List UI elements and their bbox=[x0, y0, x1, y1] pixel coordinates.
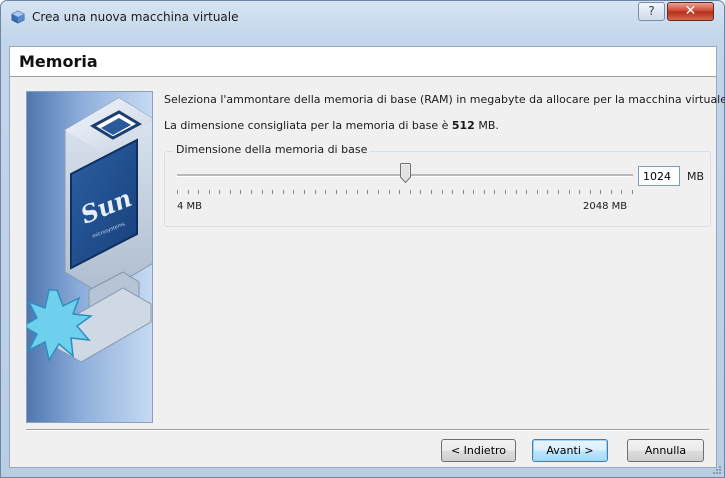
slider-tick bbox=[526, 190, 527, 194]
memory-slider-thumb[interactable] bbox=[400, 163, 411, 183]
memory-size-input[interactable] bbox=[638, 166, 680, 186]
slider-tick bbox=[304, 190, 305, 194]
slider-tick bbox=[420, 190, 421, 194]
memory-groupbox: Dimensione della memoria di base 4 MB 20… bbox=[164, 143, 711, 227]
slider-tick bbox=[251, 190, 252, 194]
slider-tick bbox=[346, 190, 347, 194]
slider-tick bbox=[547, 190, 548, 194]
slider-tick bbox=[463, 190, 464, 194]
slider-tick bbox=[177, 190, 178, 194]
page-title: Memoria bbox=[19, 52, 98, 71]
memory-min-label: 4 MB bbox=[177, 201, 203, 212]
slider-tick bbox=[378, 190, 379, 194]
slider-tick bbox=[293, 190, 294, 194]
slider-tick bbox=[505, 190, 506, 194]
wizard-content: Memoria Sun microsystems Seleziona l'amm… bbox=[9, 46, 725, 468]
cancel-button[interactable]: Annulla bbox=[627, 439, 704, 462]
slider-tick bbox=[272, 190, 273, 194]
slider-tick bbox=[600, 190, 601, 194]
slider-tick bbox=[367, 190, 368, 194]
slider-tick bbox=[632, 190, 633, 194]
memory-max-label: 2048 MB bbox=[583, 201, 628, 212]
slider-tick bbox=[537, 190, 538, 194]
slider-tick bbox=[621, 190, 622, 194]
slider-tick bbox=[484, 190, 485, 194]
slider-tick bbox=[336, 190, 337, 194]
slider-tick bbox=[590, 190, 591, 194]
back-button[interactable]: < Indietro bbox=[441, 439, 516, 462]
slider-tick bbox=[230, 190, 231, 194]
close-icon: ✕ bbox=[684, 3, 697, 19]
help-button[interactable]: ? bbox=[638, 2, 665, 21]
page-header: Memoria bbox=[10, 47, 716, 77]
slider-tick bbox=[209, 190, 210, 194]
virtualbox-icon bbox=[11, 10, 25, 24]
slider-tick bbox=[579, 190, 580, 194]
slider-tick bbox=[494, 190, 495, 194]
help-icon: ? bbox=[648, 4, 655, 18]
slider-tick bbox=[558, 190, 559, 194]
slider-tick bbox=[431, 190, 432, 194]
recommended-memory-text: La dimensione consigliata per la memoria… bbox=[164, 119, 499, 132]
slider-tick bbox=[569, 190, 570, 194]
memory-unit-label: MB bbox=[687, 170, 705, 183]
recommended-suffix: MB. bbox=[474, 119, 499, 132]
memory-description: Seleziona l'ammontare della memoria di b… bbox=[164, 93, 725, 106]
recommended-value: 512 bbox=[451, 119, 475, 132]
button-separator bbox=[26, 429, 709, 431]
slider-tick bbox=[473, 190, 474, 194]
wizard-window: Crea una nuova macchina virtuale ? ✕ Mem… bbox=[0, 0, 725, 478]
slider-tick bbox=[357, 190, 358, 194]
title-bar: Crea una nuova macchina virtuale ? ✕ bbox=[1, 1, 724, 31]
slider-tick bbox=[315, 190, 316, 194]
slider-tick bbox=[611, 190, 612, 194]
slider-tick bbox=[198, 190, 199, 194]
slider-tick bbox=[283, 190, 284, 194]
virtualbox-computer-illustration: Sun microsystems bbox=[27, 97, 152, 363]
wizard-image: Sun microsystems bbox=[26, 91, 153, 423]
resize-grip-icon[interactable] bbox=[712, 465, 722, 475]
slider-tick bbox=[442, 190, 443, 194]
memory-group-label: Dimensione della memoria di base bbox=[173, 143, 371, 156]
slider-tick bbox=[452, 190, 453, 194]
recommended-prefix: La dimensione consigliata per la memoria… bbox=[164, 119, 452, 132]
close-button[interactable]: ✕ bbox=[667, 2, 714, 21]
slider-tick bbox=[219, 190, 220, 194]
slider-tick bbox=[188, 190, 189, 194]
slider-tick bbox=[389, 190, 390, 194]
next-button[interactable]: Avanti > bbox=[532, 439, 608, 462]
slider-tick bbox=[262, 190, 263, 194]
slider-tick bbox=[240, 190, 241, 194]
slider-tick bbox=[399, 190, 400, 194]
slider-tick bbox=[410, 190, 411, 194]
window-title: Crea una nuova macchina virtuale bbox=[32, 10, 239, 24]
slider-tick bbox=[516, 190, 517, 194]
memory-slider-ticks bbox=[177, 190, 633, 195]
slider-tick bbox=[325, 190, 326, 194]
